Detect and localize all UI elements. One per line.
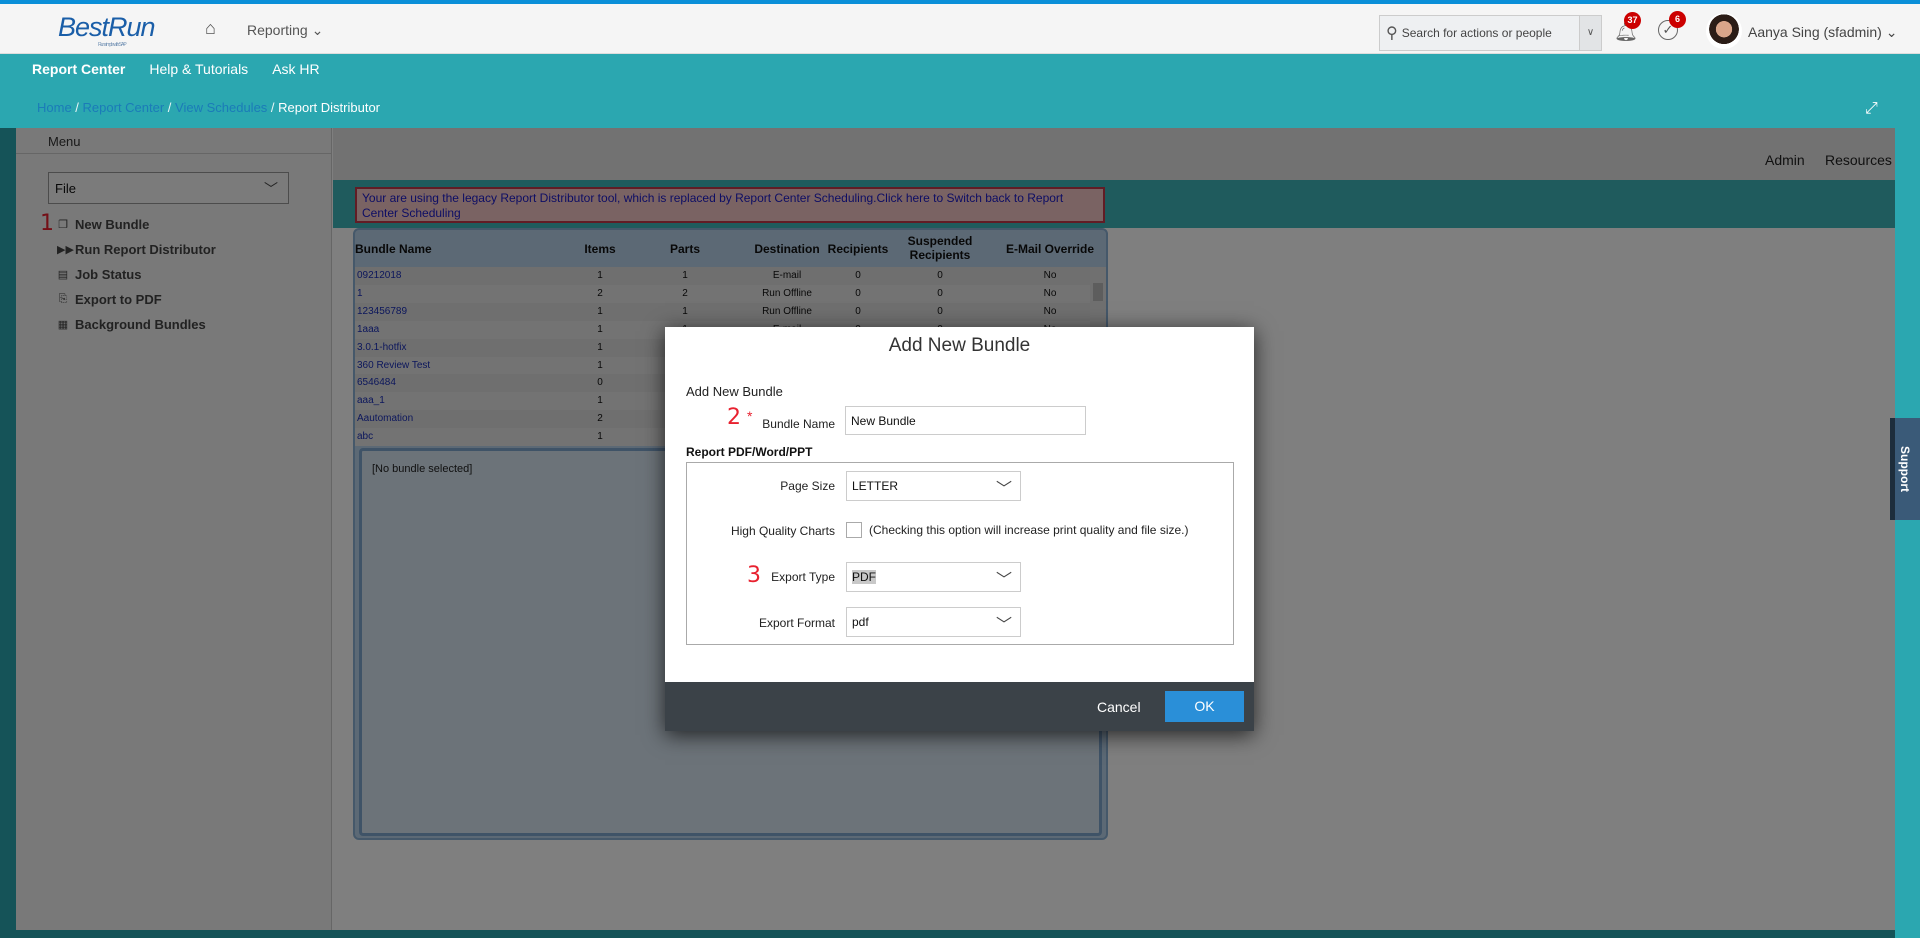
nav-report-center[interactable]: Report Center [32, 61, 125, 77]
breadcrumb: Home / Report Center / View Schedules / … [37, 100, 381, 115]
breadcrumb-view-schedules[interactable]: View Schedules [175, 100, 267, 115]
dialog-title: Add New Bundle [888, 335, 1031, 356]
page-size-select[interactable]: LETTER ﹀ [846, 471, 1021, 501]
sub-navigation: Report Center Help & Tutorials Ask HR [32, 61, 320, 77]
search-dropdown-button[interactable]: ∨ [1579, 16, 1601, 50]
avatar[interactable] [1706, 13, 1742, 49]
dialog-section-title: Add New Bundle [686, 384, 783, 399]
breadcrumb-home[interactable]: Home [37, 100, 72, 115]
nav-ask-hr[interactable]: Ask HR [272, 61, 319, 77]
high-quality-charts-label: High Quality Charts [730, 524, 835, 538]
report-format-group-label: Report PDF/Word/PPT [686, 445, 813, 459]
breadcrumb-report-center[interactable]: Report Center [83, 100, 165, 115]
bestrun-logo[interactable]: BestRun Run simple with SAP [58, 12, 156, 48]
nav-help-tutorials[interactable]: Help & Tutorials [149, 61, 248, 77]
chevron-down-icon: ﹀ [995, 617, 1012, 634]
export-format-select[interactable]: pdf ﹀ [846, 607, 1021, 637]
fullscreen-icon[interactable]: ⤢ [1865, 100, 1878, 118]
export-format-label: Export Format [758, 616, 835, 630]
search-icon: ⚲ [1386, 25, 1398, 42]
breadcrumb-current: Report Distributor [278, 100, 381, 115]
notifications-badge: 37 [1624, 12, 1641, 29]
home-icon[interactable]: ⌂ [205, 18, 216, 39]
shell-header: BestRun Run simple with SAP ⌂ Reporting ⌄… [0, 4, 1920, 54]
export-type-label: Export Type [771, 570, 835, 584]
user-menu[interactable]: Aanya Sing (sfadmin) ⌄ [1748, 24, 1897, 41]
chevron-down-icon: ⌄ [311, 22, 324, 38]
dialog-footer: Cancel OK [665, 682, 1254, 731]
search-input[interactable]: ⚲ Search for actions or people ∨ [1379, 15, 1602, 51]
bundle-name-input[interactable]: New Bundle [845, 406, 1086, 435]
ok-button[interactable]: OK [1165, 691, 1244, 722]
module-menu[interactable]: Reporting ⌄ [247, 22, 323, 39]
page-size-label: Page Size [780, 479, 835, 493]
bundle-name-label: Bundle Name [762, 417, 835, 431]
high-quality-charts-note: (Checking this option will increase prin… [869, 523, 1189, 537]
cancel-button[interactable]: Cancel [1097, 699, 1141, 715]
chevron-down-icon: ⌄ [1885, 24, 1898, 40]
chevron-down-icon: ﹀ [995, 481, 1012, 498]
export-type-select[interactable]: PDF ﹀ [846, 562, 1021, 592]
chevron-down-icon: ﹀ [995, 572, 1012, 589]
todo-badge: 6 [1669, 11, 1686, 28]
notifications-bell-icon[interactable]: 🔔︎ 37 [1614, 12, 1641, 44]
high-quality-charts-checkbox[interactable] [846, 522, 862, 538]
add-new-bundle-dialog: Add New Bundle Add New Bundle 2 * Bundle… [665, 327, 1254, 731]
todo-check-icon[interactable]: ✓ 6 [1658, 11, 1686, 40]
